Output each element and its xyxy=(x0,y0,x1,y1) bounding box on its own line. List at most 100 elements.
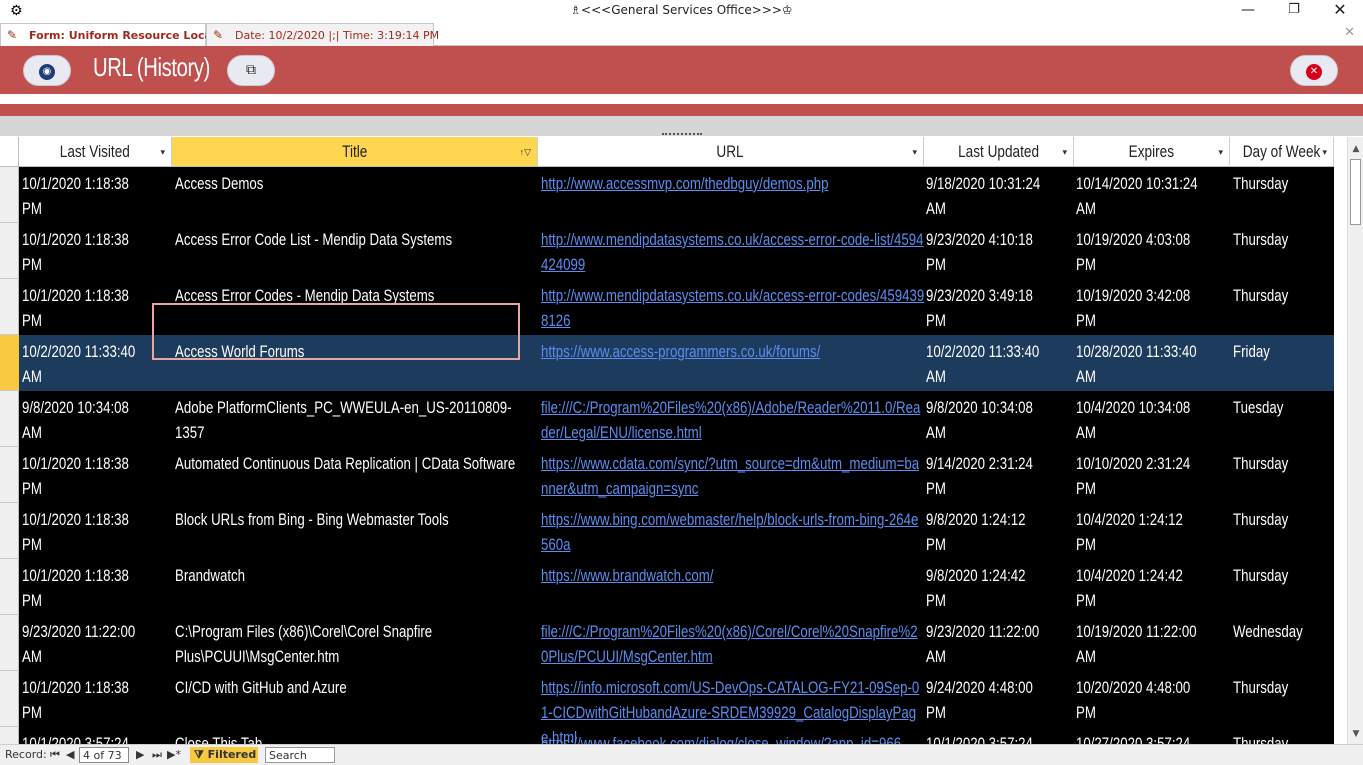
cell-url[interactable]: https://www.bing.com/webmaster/help/bloc… xyxy=(541,507,925,557)
cell-last-updated[interactable]: 9/8/2020 1:24:42 PM xyxy=(926,563,1076,613)
scroll-down-icon[interactable]: ▼ xyxy=(1348,726,1363,742)
cell-title[interactable]: Brandwatch xyxy=(175,563,539,588)
table-row[interactable]: 9/8/2020 10:34:08 AM Adobe PlatformClient… xyxy=(19,391,1334,447)
cell-last-visited[interactable]: 10/1/2020 1:18:38 PM xyxy=(22,675,172,725)
cell-last-visited[interactable]: 10/1/2020 1:18:38 PM xyxy=(22,171,172,221)
table-row[interactable]: 10/1/2020 1:18:38 PM Block URLs from Bing… xyxy=(19,503,1334,559)
minimize-button[interactable]: — xyxy=(1225,0,1271,22)
scroll-thumb[interactable] xyxy=(1350,159,1361,225)
table-row[interactable]: 10/1/2020 1:18:38 PM Automated Continuous… xyxy=(19,447,1334,503)
cell-title[interactable]: Access Demos xyxy=(175,171,539,196)
column-header-last-updated[interactable]: Last Updated ▾ xyxy=(924,137,1074,167)
record-selector[interactable] xyxy=(0,335,19,391)
scroll-up-icon[interactable]: ▲ xyxy=(1348,141,1363,157)
cell-title[interactable]: CI/CD with GitHub and Azure xyxy=(175,675,539,700)
last-record-button[interactable]: ⏭ xyxy=(152,747,162,763)
close-form-button[interactable]: ✕ xyxy=(1290,55,1338,86)
record-selector[interactable] xyxy=(0,279,19,335)
cell-day-of-week[interactable]: Tuesday xyxy=(1233,395,1334,420)
cell-expires[interactable]: 10/4/2020 10:34:08 AM xyxy=(1076,395,1233,445)
sort-filter-icon[interactable]: ↑▽ xyxy=(520,137,531,167)
cell-expires[interactable]: 10/19/2020 4:03:08 PM xyxy=(1076,227,1233,277)
cell-url[interactable]: https://www.cdata.com/sync/?utm_source=d… xyxy=(541,451,925,501)
dropdown-arrow-icon[interactable]: ▾ xyxy=(912,137,917,167)
cell-expires[interactable]: 10/4/2020 1:24:12 PM xyxy=(1076,507,1233,557)
cell-expires[interactable]: 10/19/2020 11:22:00 AM xyxy=(1076,619,1233,669)
cell-expires[interactable]: 10/19/2020 3:42:08 PM xyxy=(1076,283,1233,333)
record-selector[interactable] xyxy=(0,447,19,503)
previous-record-button[interactable]: ◀ xyxy=(66,747,74,763)
cell-url[interactable]: http://www.mendipdatasystems.co.uk/acces… xyxy=(541,283,925,333)
cell-url[interactable]: https://www.brandwatch.com/ xyxy=(541,563,925,588)
cell-day-of-week[interactable]: Wednesday xyxy=(1233,619,1334,644)
table-row[interactable]: 10/1/2020 3:57:24 PM Close This Tab https:… xyxy=(19,727,1334,744)
select-all-corner[interactable] xyxy=(0,137,19,167)
cell-day-of-week[interactable]: Thursday xyxy=(1233,563,1334,588)
record-selector[interactable] xyxy=(0,671,19,727)
cell-last-visited[interactable]: 10/1/2020 1:18:38 PM xyxy=(22,283,172,333)
cell-url[interactable]: https://www.facebook.com/dialog/close_wi… xyxy=(541,731,925,744)
record-selector[interactable] xyxy=(0,391,19,447)
dropdown-arrow-icon[interactable]: ▾ xyxy=(160,137,165,167)
cell-last-visited[interactable]: 10/1/2020 1:18:38 PM xyxy=(22,227,172,277)
table-row[interactable]: 10/1/2020 1:18:38 PM Access Demos http://w… xyxy=(19,167,1334,223)
table-row[interactable]: 10/1/2020 1:18:38 PM CI/CD with GitHub an… xyxy=(19,671,1334,744)
close-tab-icon[interactable]: ✕ xyxy=(1344,25,1355,40)
column-header-title[interactable]: Title ↑▽ xyxy=(172,137,538,167)
cell-title[interactable]: C:\Program Files (x86)\Corel\Corel Snapf… xyxy=(175,619,539,669)
cell-expires[interactable]: 10/14/2020 10:31:24 AM xyxy=(1076,171,1233,221)
cell-title[interactable]: Automated Continuous Data Replication | … xyxy=(175,451,539,476)
cell-last-visited[interactable]: 10/1/2020 1:18:38 PM xyxy=(22,507,172,557)
cell-day-of-week[interactable]: Thursday xyxy=(1233,731,1334,744)
cell-title[interactable]: Block URLs from Bing - Bing Webmaster To… xyxy=(175,507,539,532)
record-selector[interactable] xyxy=(0,615,19,671)
column-header-expires[interactable]: Expires ▾ xyxy=(1074,137,1230,167)
cell-day-of-week[interactable]: Thursday xyxy=(1233,451,1334,476)
cell-url[interactable]: https://www.access-programmers.co.uk/for… xyxy=(541,339,925,364)
tab-uniform-resource-locator[interactable]: ✎ Form: Uniform Resource Locator xyxy=(0,23,230,46)
cell-url[interactable]: file:///C:/Program%20Files%20(x86)/Adobe… xyxy=(541,395,925,445)
column-header-url[interactable]: URL ▾ xyxy=(538,137,924,167)
column-header-day-of-week[interactable]: Day of Week ▾ xyxy=(1230,137,1334,167)
cell-last-updated[interactable]: 10/2/2020 11:33:40 AM xyxy=(926,339,1076,389)
cell-last-updated[interactable]: 9/23/2020 11:22:00 AM xyxy=(926,619,1076,669)
first-record-button[interactable]: ⏮ xyxy=(50,747,60,763)
cell-day-of-week[interactable]: Friday xyxy=(1233,339,1334,364)
cell-last-visited[interactable]: 9/23/2020 11:22:00 AM xyxy=(22,619,172,669)
cell-last-visited[interactable]: 9/8/2020 10:34:08 AM xyxy=(22,395,172,445)
cell-url[interactable]: http://www.mendipdatasystems.co.uk/acces… xyxy=(541,227,925,277)
cell-url[interactable]: file:///C:/Program%20Files%20(x86)/Corel… xyxy=(541,619,925,669)
cell-expires[interactable]: 10/28/2020 11:33:40 AM xyxy=(1076,339,1233,389)
cell-last-updated[interactable]: 9/14/2020 2:31:24 PM xyxy=(926,451,1076,501)
record-selector[interactable] xyxy=(0,223,19,279)
cell-last-updated[interactable]: 9/24/2020 4:48:00 PM xyxy=(926,675,1076,725)
table-row[interactable]: 9/23/2020 11:22:00 AM C:\Program Files (x… xyxy=(19,615,1334,671)
cell-last-updated[interactable]: 9/8/2020 1:24:12 PM xyxy=(926,507,1076,557)
cell-day-of-week[interactable]: Thursday xyxy=(1233,507,1334,532)
column-header-last-visited[interactable]: Last Visited ▾ xyxy=(19,137,172,167)
tab-date-time[interactable]: ✎ Date: 10/2/2020 |;| Time: 3:19:14 PM xyxy=(206,23,439,46)
cell-title[interactable]: Adobe PlatformClients_PC_WWEULA-en_US-20… xyxy=(175,395,539,445)
globe-button[interactable]: ◉ xyxy=(23,55,71,86)
cell-last-updated[interactable]: 9/23/2020 3:49:18 PM xyxy=(926,283,1076,333)
cell-day-of-week[interactable]: Thursday xyxy=(1233,227,1334,252)
cell-last-updated[interactable]: 9/23/2020 4:10:18 PM xyxy=(926,227,1076,277)
cell-title[interactable]: Close This Tab xyxy=(175,731,539,744)
cell-day-of-week[interactable]: Thursday xyxy=(1233,171,1334,196)
cell-last-visited[interactable]: 10/1/2020 1:18:38 PM xyxy=(22,563,172,613)
cell-title[interactable]: Access Error Code List - Mendip Data Sys… xyxy=(175,227,539,252)
table-row[interactable]: 10/1/2020 1:18:38 PM Brandwatch https://ww… xyxy=(19,559,1334,615)
maximize-button[interactable]: ❐ xyxy=(1271,0,1317,22)
dropdown-arrow-icon[interactable]: ▾ xyxy=(1062,137,1067,167)
dropdown-arrow-icon[interactable]: ▾ xyxy=(1218,137,1223,167)
window-close-button[interactable]: ✕ xyxy=(1317,0,1363,22)
cell-last-visited[interactable]: 10/1/2020 1:18:38 PM xyxy=(22,451,172,501)
record-selector[interactable] xyxy=(0,727,19,744)
record-selector[interactable] xyxy=(0,559,19,615)
cell-day-of-week[interactable]: Thursday xyxy=(1233,675,1334,700)
cell-last-updated[interactable]: 10/1/2020 3:57:24 PM xyxy=(926,731,1076,744)
cell-expires[interactable]: 10/10/2020 2:31:24 PM xyxy=(1076,451,1233,501)
cell-expires[interactable]: 10/27/2020 3:57:24 PM xyxy=(1076,731,1233,744)
next-record-button[interactable]: ▶ xyxy=(136,747,144,763)
table-row[interactable]: 10/1/2020 1:18:38 PM Access Error Code Li… xyxy=(19,223,1334,279)
